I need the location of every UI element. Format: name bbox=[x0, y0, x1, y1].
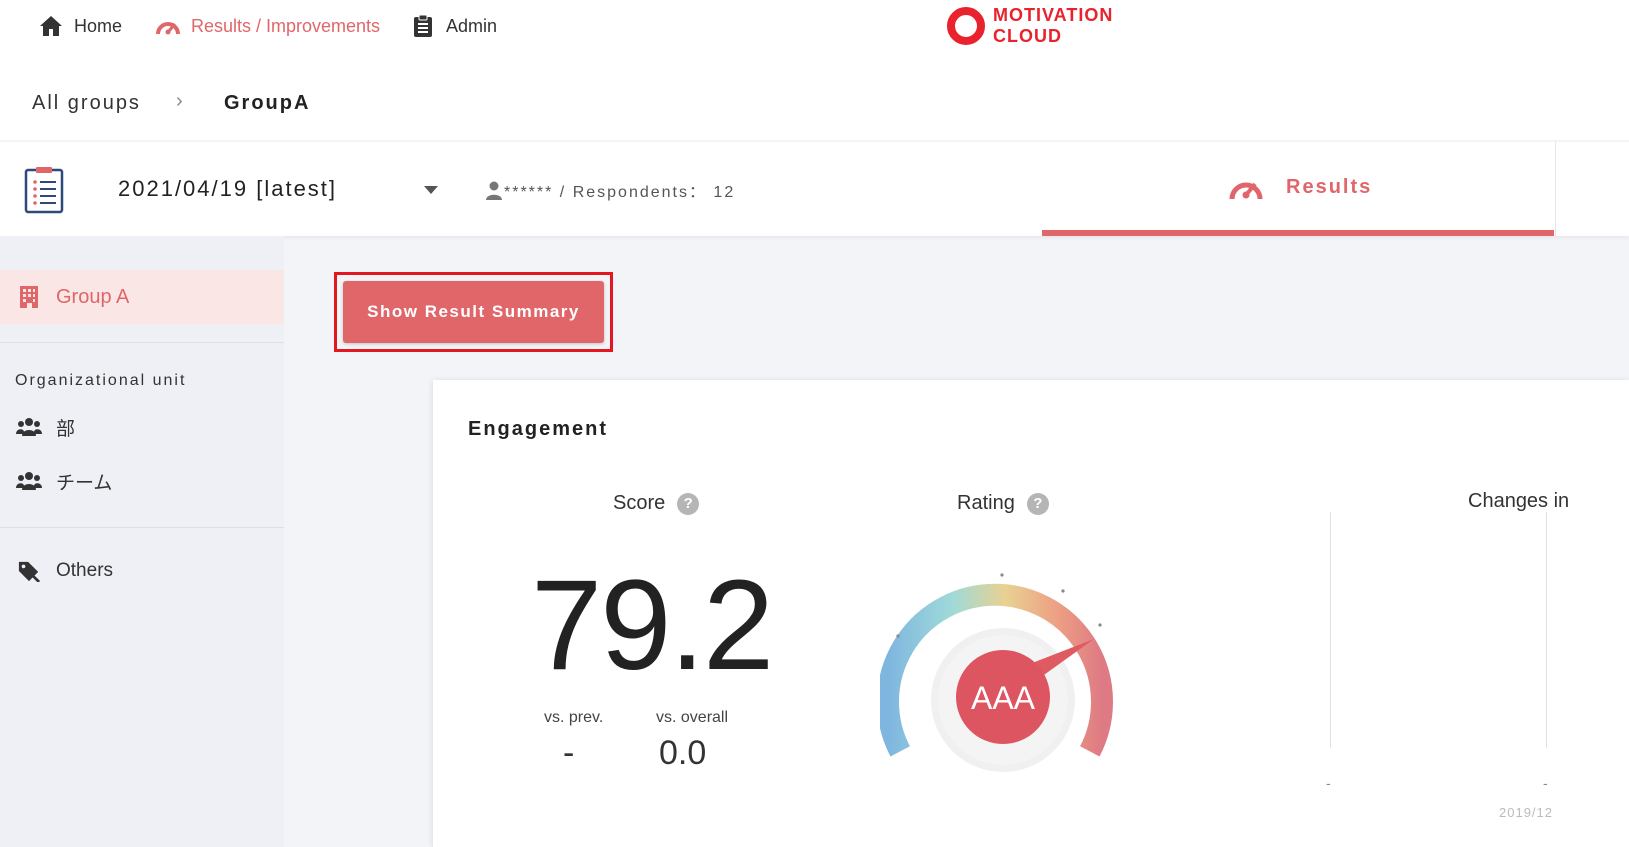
help-icon[interactable]: ? bbox=[1026, 492, 1049, 515]
logo-line-1: MOTIVATION bbox=[993, 5, 1114, 25]
chart-gridline bbox=[1546, 512, 1547, 748]
sidebar-divider bbox=[0, 342, 284, 343]
score-label: Score bbox=[613, 492, 666, 514]
logo-icon bbox=[947, 7, 985, 45]
people-icon bbox=[16, 418, 42, 436]
building-icon bbox=[20, 286, 38, 308]
rating-gauge: AAA bbox=[880, 573, 1113, 772]
sidebar-item-team[interactable]: チーム bbox=[0, 461, 284, 501]
survey-date-select[interactable]: 2021/04/19 [latest] bbox=[118, 174, 448, 204]
sidebar-item-group-a-label: Group A bbox=[56, 285, 130, 308]
logo-line-2: CLOUD bbox=[993, 26, 1062, 46]
sidebar-item-group-a[interactable]: Group A bbox=[0, 270, 284, 324]
nav-home[interactable]: Home bbox=[38, 14, 122, 38]
gauge-icon bbox=[155, 14, 181, 38]
respondents-text: ****** / Respondents： 12 bbox=[504, 184, 736, 201]
vs-overall-label: vs. overall bbox=[656, 709, 729, 726]
person-icon bbox=[486, 181, 502, 200]
changes-header: Changes in bbox=[1468, 490, 1570, 512]
sidebar-item-others-label: Others bbox=[56, 560, 114, 581]
breadcrumb-chevron-icon: › bbox=[176, 90, 183, 112]
tab-divider bbox=[1555, 142, 1556, 236]
clipboard-icon bbox=[410, 14, 436, 38]
score-header: Score ? bbox=[613, 492, 700, 515]
breadcrumb-current: GroupA bbox=[224, 92, 311, 114]
home-icon bbox=[38, 14, 64, 38]
chevron-down-icon bbox=[424, 186, 438, 194]
top-nav: Home Results / Improvements Admin MOTIVA… bbox=[0, 0, 1629, 66]
motivation-cloud-logo[interactable]: MOTIVATION CLOUD bbox=[945, 5, 1113, 47]
sidebar-item-others[interactable]: Others bbox=[0, 551, 284, 591]
rating-label: Rating bbox=[957, 492, 1015, 514]
card-title: Engagement bbox=[468, 418, 609, 440]
sidebar-item-department-label: 部 bbox=[56, 418, 76, 440]
sidebar: Group A Organizational unit 部 チーム Others bbox=[0, 236, 284, 847]
survey-date-value: 2021/04/19 [latest] bbox=[118, 176, 338, 201]
chart-date-label: 2019/12 bbox=[1499, 805, 1553, 820]
logo-text: MOTIVATION CLOUD bbox=[993, 5, 1113, 47]
help-icon[interactable]: ? bbox=[677, 492, 700, 515]
vs-prev-value: - bbox=[563, 734, 575, 772]
survey-icon bbox=[24, 167, 64, 214]
sidebar-item-team-label: チーム bbox=[56, 472, 113, 494]
nav-admin[interactable]: Admin bbox=[410, 14, 497, 38]
vs-prev-label: vs. prev. bbox=[544, 709, 604, 726]
breadcrumb: All groups › GroupA bbox=[0, 66, 1629, 140]
people-icon bbox=[16, 472, 42, 490]
sidebar-divider bbox=[0, 527, 284, 528]
chart-tick-label: - bbox=[1326, 775, 1331, 791]
tab-results-underline bbox=[1042, 230, 1554, 236]
tab-results[interactable]: Results bbox=[1042, 142, 1554, 236]
tag-icon bbox=[18, 561, 41, 582]
nav-results-improvements[interactable]: Results / Improvements bbox=[155, 14, 380, 38]
survey-bar: 2021/04/19 [latest] ****** / Respondents… bbox=[0, 142, 1629, 236]
respondents-info: ****** / Respondents： 12 bbox=[486, 178, 735, 202]
nav-home-label: Home bbox=[74, 15, 123, 36]
nav-results-label: Results / Improvements bbox=[191, 15, 381, 36]
engagement-card: Engagement Score ? 79.2 vs. prev. - vs. … bbox=[433, 380, 1629, 847]
rating-header: Rating ? bbox=[957, 492, 1049, 515]
chart-gridline bbox=[1330, 512, 1331, 748]
nav-admin-label: Admin bbox=[446, 15, 498, 36]
rating-value: AAA bbox=[971, 680, 1036, 716]
breadcrumb-all-groups[interactable]: All groups bbox=[32, 92, 141, 115]
vs-overall-value: 0.0 bbox=[659, 734, 707, 772]
chart-tick-label: - bbox=[1543, 775, 1548, 791]
tab-results-label: Results bbox=[1286, 175, 1373, 198]
sidebar-heading-org-unit: Organizational unit bbox=[15, 372, 187, 389]
sidebar-item-department[interactable]: 部 bbox=[0, 407, 284, 447]
tab-results-content: Results bbox=[1228, 172, 1372, 202]
gauge-icon bbox=[1229, 182, 1263, 200]
show-result-summary-button[interactable]: Show Result Summary bbox=[343, 281, 604, 343]
score-value: 79.2 bbox=[531, 554, 774, 697]
